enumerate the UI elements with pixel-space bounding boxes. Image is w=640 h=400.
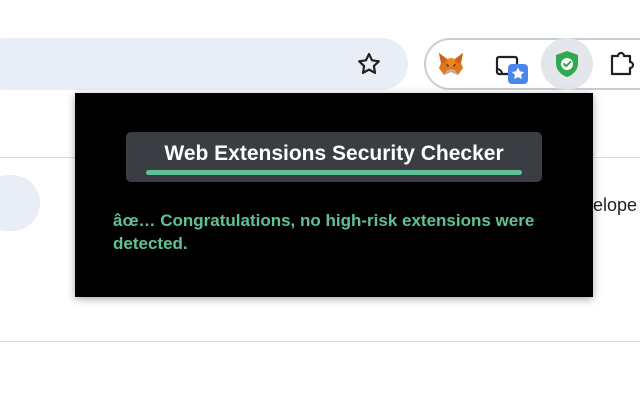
fox-extension-icon[interactable] [437,50,465,78]
extension-popup: Web Extensions Security Checker âœ… Cong… [75,93,593,297]
shield-check-extension-button[interactable] [541,38,593,90]
bookmark-star-icon[interactable] [355,50,383,78]
divider [0,341,640,342]
result-message: âœ… Congratulations, no high-risk extens… [113,211,535,253]
cast-badge-extension-icon[interactable] [493,50,533,90]
puzzle-icon[interactable] [608,50,640,78]
title-underline [146,170,522,175]
search-box[interactable] [0,175,40,231]
shield-check-icon [556,51,578,77]
address-bar[interactable] [0,38,408,90]
browser-window: velope Web Extensions Security Checker â… [0,0,640,400]
popup-title: Web Extensions Security Checker [164,142,504,165]
popup-title-box: Web Extensions Security Checker [126,132,542,182]
